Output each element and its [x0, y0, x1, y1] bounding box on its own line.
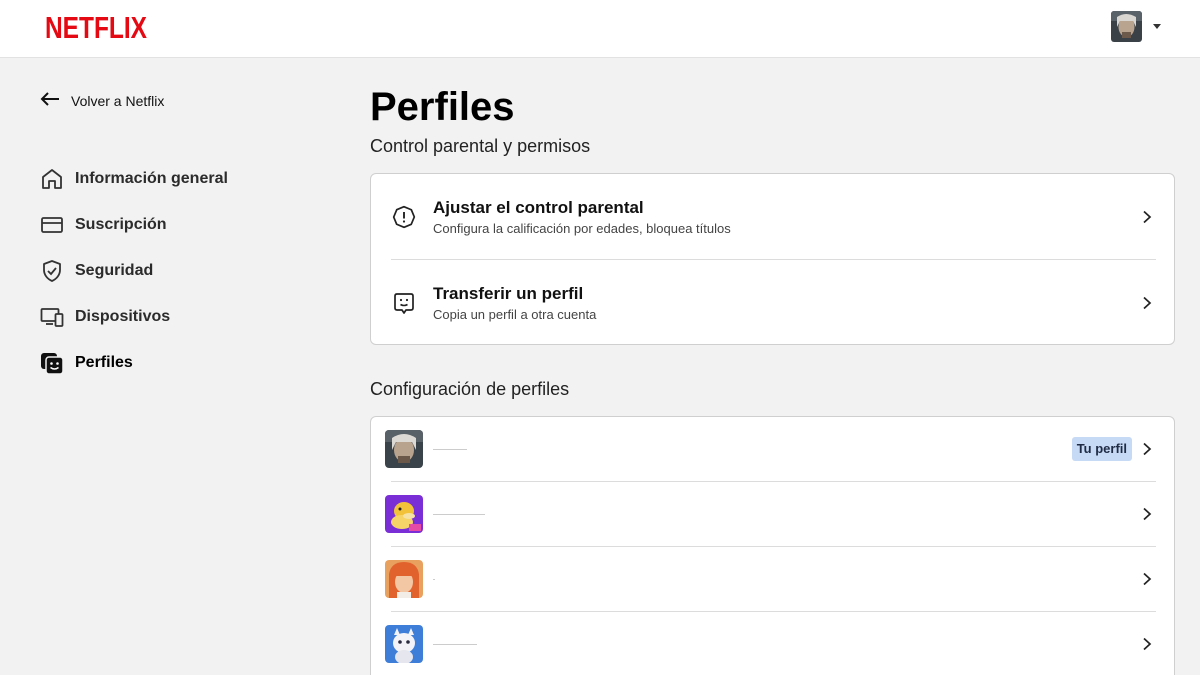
parental-controls-card: Ajustar el control parental Configura la…	[370, 173, 1175, 345]
chevron-right-icon	[1140, 442, 1154, 456]
sidebar-item-label: Seguridad	[75, 262, 154, 279]
devices-icon	[40, 305, 64, 329]
chevron-right-icon	[1140, 296, 1154, 310]
sidebar-item-perfiles[interactable]: Perfiles	[40, 340, 340, 386]
profile-avatar	[385, 560, 423, 598]
chevron-right-icon	[1140, 572, 1154, 586]
profile-transfer-icon	[392, 291, 416, 315]
profile-name-placeholder	[433, 448, 467, 450]
back-link-label: Volver a Netflix	[71, 93, 165, 109]
parental-control-option[interactable]: Ajustar el control parental Configura la…	[371, 174, 1174, 259]
section-title-parental: Control parental y permisos	[370, 136, 591, 156]
back-to-netflix-link[interactable]: Volver a Netflix	[40, 90, 164, 112]
main-content: Perfiles Control parental y permisos Aju…	[370, 84, 1175, 675]
profile-name-placeholder	[433, 513, 485, 515]
home-icon	[40, 167, 64, 191]
profiles-card: Tu perfil	[370, 416, 1175, 675]
sidebar-item-label: Información general	[75, 170, 228, 187]
profile-row[interactable]	[371, 612, 1174, 675]
credit-card-icon	[40, 213, 64, 237]
profile-name-placeholder	[433, 578, 435, 580]
your-profile-badge: Tu perfil	[1071, 437, 1132, 461]
section-title-profiles: Configuración de perfiles	[370, 379, 570, 399]
sidebar-item-label: Perfiles	[75, 354, 133, 371]
profile-row[interactable]: Tu perfil	[371, 417, 1174, 481]
sidebar-item-suscripcion[interactable]: Suscripción	[40, 202, 340, 248]
profile-row[interactable]	[371, 482, 1174, 546]
profile-avatar	[385, 430, 423, 468]
option-title: Ajustar el control parental	[433, 197, 644, 217]
option-description: Copia un perfil a otra cuenta	[433, 306, 597, 322]
profile-avatar	[385, 495, 423, 533]
option-title: Transferir un perfil	[433, 283, 584, 303]
profiles-icon	[40, 351, 64, 375]
top-header: NETFLIX	[0, 0, 1200, 58]
chevron-right-icon	[1140, 507, 1154, 521]
sidebar-item-seguridad[interactable]: Seguridad	[40, 248, 340, 294]
svg-text:NETFLIX: NETFLIX	[45, 11, 147, 43]
sidebar-item-label: Dispositivos	[75, 308, 171, 325]
caret-down-icon[interactable]	[1153, 23, 1161, 29]
option-description: Configura la calificación por edades, bl…	[433, 220, 731, 236]
sidebar-nav: Información general Suscripción Segurida…	[40, 156, 340, 386]
sidebar-item-dispositivos[interactable]: Dispositivos	[40, 294, 340, 340]
account-menu[interactable]	[1111, 10, 1163, 42]
shield-check-icon	[40, 259, 64, 283]
transfer-profile-option[interactable]: Transferir un perfil Copia un perfil a o…	[371, 260, 1174, 345]
profile-name-placeholder	[433, 643, 477, 645]
netflix-logo[interactable]: NETFLIX	[45, 11, 149, 43]
page-title: Perfiles	[370, 85, 515, 129]
arrow-left-icon	[40, 91, 60, 112]
chevron-right-icon	[1140, 637, 1154, 651]
sidebar-item-label: Suscripción	[75, 216, 167, 233]
sidebar-item-informacion-general[interactable]: Información general	[40, 156, 340, 202]
alert-octagon-icon	[392, 205, 416, 229]
account-avatar[interactable]	[1111, 10, 1142, 42]
chevron-right-icon	[1140, 210, 1154, 224]
profile-avatar	[385, 625, 423, 663]
profile-row[interactable]	[371, 547, 1174, 611]
